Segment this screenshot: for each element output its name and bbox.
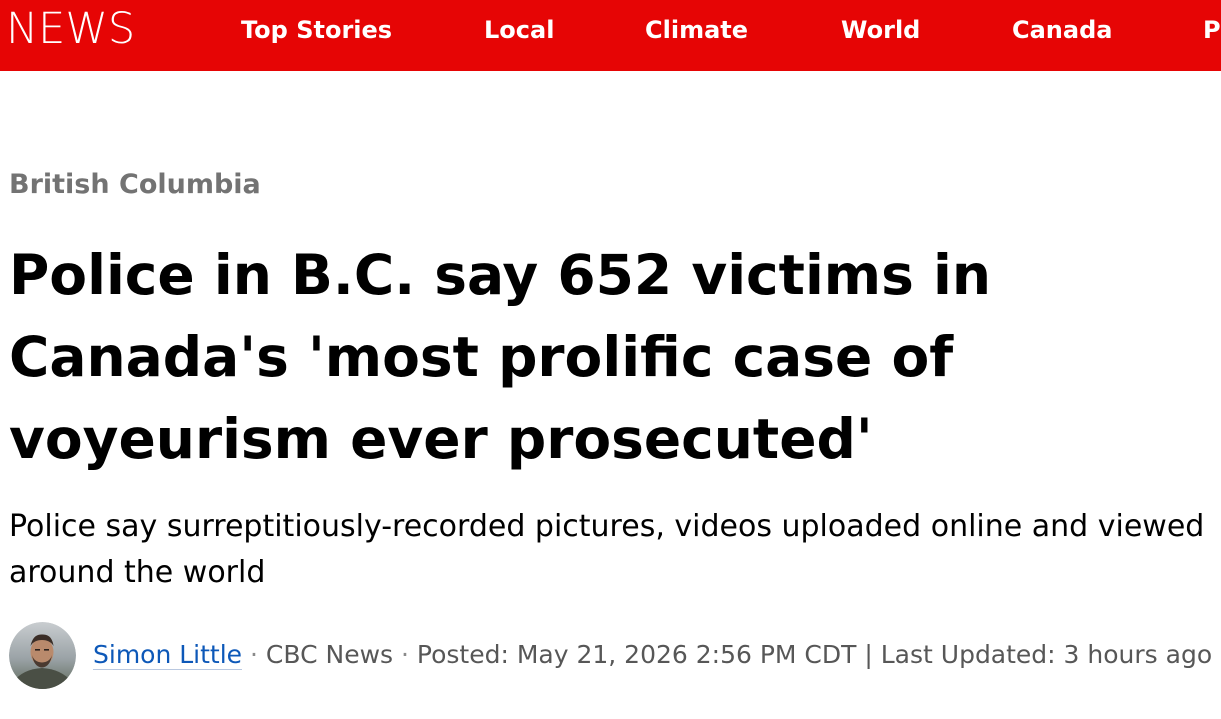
- top-navigation-bar: NEWS Top Stories Local Climate World Can…: [0, 0, 1221, 71]
- nav-item-truncated[interactable]: P: [1203, 14, 1221, 46]
- author-link[interactable]: Simon Little: [93, 640, 243, 670]
- news-logo[interactable]: NEWS: [6, 4, 135, 54]
- nav-item-world[interactable]: World: [841, 14, 920, 46]
- article-headline: Police in B.C. say 652 victims in Canada…: [9, 243, 991, 471]
- section-label[interactable]: British Columbia: [9, 168, 261, 202]
- byline-separator: ·: [401, 640, 409, 669]
- nav-item-canada[interactable]: Canada: [1012, 14, 1112, 46]
- author-avatar[interactable]: [9, 621, 76, 689]
- article-deck: Police say surreptitiously-recorded pict…: [9, 509, 1205, 590]
- byline-outlet: CBC News: [265, 640, 394, 669]
- byline-text: Simon Little · CBC News · Posted: May 21…: [93, 638, 1212, 672]
- last-updated-timestamp: Last Updated: 3 hours ago: [880, 640, 1213, 669]
- author-avatar-photo: [9, 621, 76, 689]
- nav-item-climate[interactable]: Climate: [645, 14, 748, 46]
- nav-item-top-stories[interactable]: Top Stories: [241, 14, 392, 46]
- byline-separator: ·: [250, 640, 258, 669]
- nav-item-local[interactable]: Local: [484, 14, 554, 46]
- byline: Simon Little · CBC News · Posted: May 21…: [9, 621, 1212, 689]
- byline-divider: |: [864, 640, 873, 669]
- posted-timestamp: Posted: May 21, 2026 2:56 PM CDT: [416, 640, 857, 669]
